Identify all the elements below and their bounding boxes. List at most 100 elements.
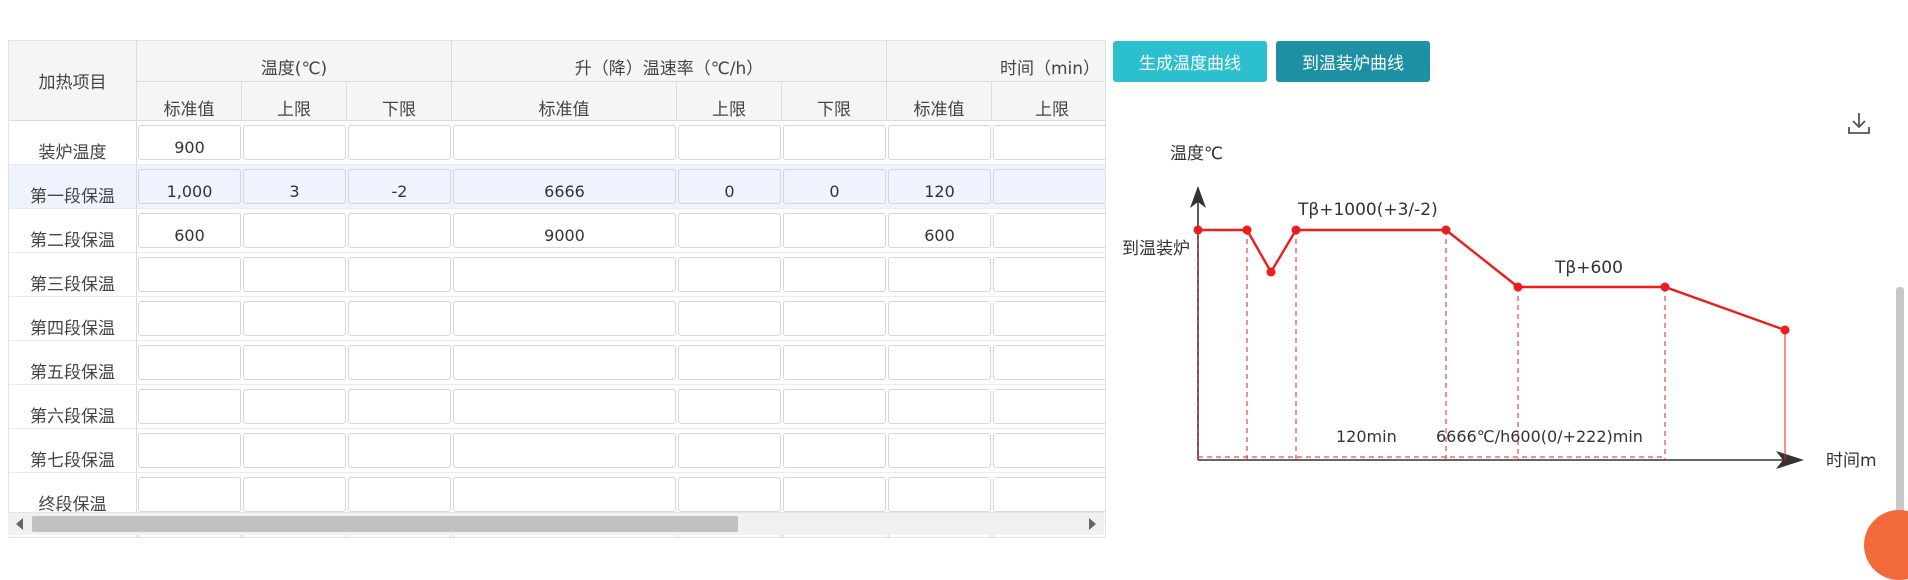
scrollbar-thumb[interactable]: [32, 516, 738, 532]
cell-input[interactable]: [678, 477, 781, 512]
table-cell: 0: [782, 165, 888, 209]
table-row[interactable]: 第六段保温: [9, 385, 1105, 429]
cell-input[interactable]: 900: [138, 125, 241, 160]
cell-input[interactable]: 600: [138, 213, 241, 248]
cell-input[interactable]: [993, 257, 1105, 292]
cell-input[interactable]: [678, 257, 781, 292]
cell-input[interactable]: [993, 345, 1105, 380]
cell-input[interactable]: -2: [348, 169, 451, 204]
cell-input[interactable]: 120: [888, 169, 992, 204]
generate-temperature-curve-button[interactable]: 生成温度曲线: [1113, 41, 1267, 82]
row-label: 终段保温: [9, 473, 137, 517]
cell-input[interactable]: 0: [783, 169, 887, 204]
cell-input[interactable]: [243, 301, 346, 336]
cell-input[interactable]: [348, 389, 451, 424]
vertical-scrollbar[interactable]: [1896, 287, 1904, 540]
cell-input[interactable]: [783, 213, 887, 248]
cell-input[interactable]: [453, 257, 676, 292]
cell-input[interactable]: [993, 125, 1105, 160]
arrival-furnace-curve-button[interactable]: 到温装炉曲线: [1276, 41, 1430, 82]
cell-input[interactable]: [348, 257, 451, 292]
cell-input[interactable]: [888, 433, 992, 468]
table-cell: [992, 253, 1105, 297]
table-row[interactable]: 终段保温: [9, 473, 1105, 517]
cell-input[interactable]: [243, 125, 346, 160]
cell-input[interactable]: [783, 257, 887, 292]
cell-input[interactable]: [783, 477, 887, 512]
cell-input[interactable]: [678, 301, 781, 336]
cell-input[interactable]: [993, 477, 1105, 512]
cell-input[interactable]: [783, 433, 887, 468]
cell-input[interactable]: [678, 433, 781, 468]
table-row[interactable]: 第七段保温: [9, 429, 1105, 473]
cell-input[interactable]: 1,000: [138, 169, 241, 204]
cell-input[interactable]: [348, 213, 451, 248]
cell-input[interactable]: [993, 433, 1105, 468]
cell-input[interactable]: [678, 213, 781, 248]
x-axis-label: 时间m: [1826, 451, 1877, 471]
table-cell: [992, 165, 1105, 209]
group-header-temperature: 温度(℃): [137, 41, 452, 82]
cell-input[interactable]: [243, 345, 346, 380]
cell-input[interactable]: [993, 389, 1105, 424]
cell-input[interactable]: [888, 257, 992, 292]
table-cell: 120: [887, 165, 993, 209]
cell-input[interactable]: [348, 301, 451, 336]
cell-input[interactable]: [453, 389, 676, 424]
table-row[interactable]: 第一段保温 1,000 3 -2 6666 0 0 120: [9, 165, 1105, 209]
cell-input[interactable]: [993, 169, 1105, 204]
cell-input[interactable]: [348, 345, 451, 380]
cell-input[interactable]: [348, 433, 451, 468]
cell-input[interactable]: [138, 301, 241, 336]
cell-input[interactable]: [888, 301, 992, 336]
cell-input[interactable]: [243, 389, 346, 424]
stage1-label: Tβ+1000(+3/-2): [1297, 200, 1438, 220]
cell-input[interactable]: [138, 389, 241, 424]
horizontal-scrollbar[interactable]: [8, 512, 1104, 535]
cell-input[interactable]: 0: [678, 169, 781, 204]
cell-input[interactable]: [243, 477, 346, 512]
cell-input[interactable]: [348, 477, 451, 512]
cell-input[interactable]: [678, 125, 781, 160]
cell-input[interactable]: [888, 345, 992, 380]
cell-input[interactable]: [678, 389, 781, 424]
cell-input[interactable]: [888, 389, 992, 424]
cell-input[interactable]: [783, 301, 887, 336]
cell-input[interactable]: [243, 433, 346, 468]
cell-input[interactable]: [783, 389, 887, 424]
cell-input[interactable]: [783, 345, 887, 380]
cell-input[interactable]: 6666: [453, 169, 676, 204]
table-cell: [782, 385, 888, 429]
cell-input[interactable]: [453, 433, 676, 468]
scroll-right-icon[interactable]: [1089, 518, 1096, 530]
cell-input[interactable]: 9000: [453, 213, 676, 248]
table-row[interactable]: 第二段保温 600 9000 600: [9, 209, 1105, 253]
cell-input[interactable]: [783, 125, 887, 160]
cell-input[interactable]: [243, 213, 346, 248]
cell-input[interactable]: 3: [243, 169, 346, 204]
cell-input[interactable]: [243, 257, 346, 292]
cell-input[interactable]: [348, 125, 451, 160]
table-row[interactable]: 装炉温度 900: [9, 121, 1105, 165]
table-row[interactable]: 第三段保温: [9, 253, 1105, 297]
cell-input[interactable]: [453, 301, 676, 336]
table-row[interactable]: 第五段保温: [9, 341, 1105, 385]
table-cell: [137, 253, 242, 297]
cell-input[interactable]: [888, 477, 992, 512]
cell-input[interactable]: [138, 257, 241, 292]
cell-input[interactable]: [453, 125, 676, 160]
cell-input[interactable]: [138, 345, 241, 380]
cell-input[interactable]: [138, 433, 241, 468]
cell-input[interactable]: 600: [888, 213, 992, 248]
cell-input[interactable]: [453, 477, 676, 512]
table-row[interactable]: 第四段保温: [9, 297, 1105, 341]
scroll-left-icon[interactable]: [16, 518, 23, 530]
cell-input[interactable]: [993, 213, 1105, 248]
cell-input[interactable]: [888, 125, 992, 160]
cell-input[interactable]: [993, 301, 1105, 336]
cell-input[interactable]: [678, 345, 781, 380]
subheader-time-standard: 标准值: [887, 82, 993, 121]
floating-action-button[interactable]: [1864, 510, 1908, 580]
cell-input[interactable]: [138, 477, 241, 512]
cell-input[interactable]: [453, 345, 676, 380]
